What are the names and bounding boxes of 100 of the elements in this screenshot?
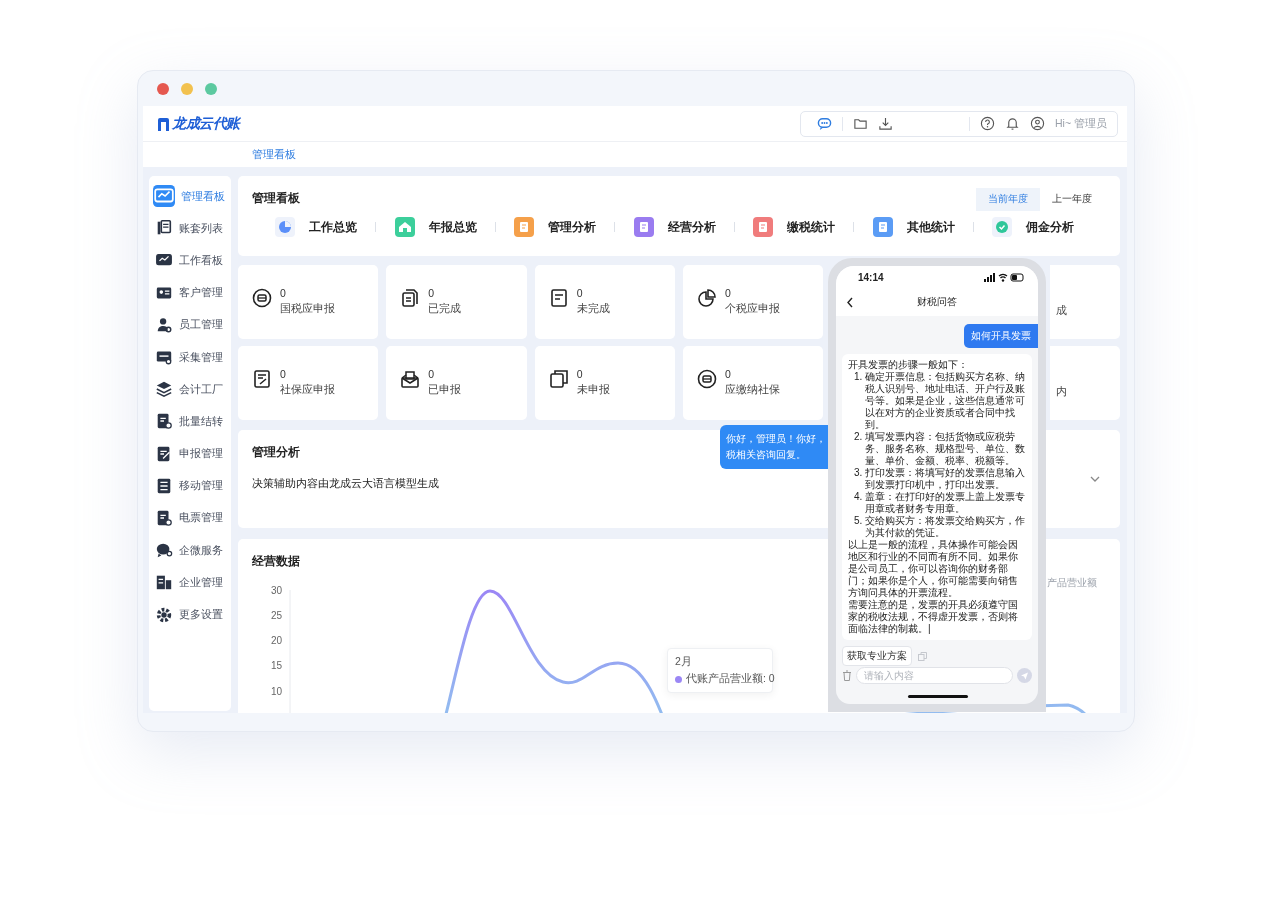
document-icon: [548, 288, 569, 308]
overview-tab[interactable]: 年报总览: [394, 217, 477, 237]
sidebar-item[interactable]: 更多设置: [149, 598, 231, 631]
stat-card[interactable]: 0 已完成: [386, 265, 527, 339]
message-input[interactable]: 请输入内容: [856, 667, 1013, 684]
sidebar-item[interactable]: 账套列表: [149, 212, 231, 245]
status-time: 14:14: [858, 271, 884, 283]
stat-card[interactable]: 内: [1049, 346, 1120, 420]
stat-value: 0: [725, 367, 732, 381]
document-icon: [753, 217, 773, 237]
folder-icon[interactable]: [853, 116, 868, 131]
envelope-icon: [400, 369, 421, 389]
list-icon: [155, 476, 173, 495]
window-control[interactable]: [157, 82, 169, 95]
house-icon: [394, 217, 415, 237]
sidebar-item[interactable]: 企业管理: [149, 566, 231, 599]
stat-label: 内: [1055, 384, 1067, 399]
sidebar-item[interactable]: 申报管理: [149, 437, 231, 470]
step-number: 1.: [854, 371, 863, 384]
chat-icon: [155, 541, 173, 560]
user-gear-icon: [155, 315, 173, 334]
trash-icon[interactable]: [842, 670, 852, 681]
screen-title: 财税问答: [917, 295, 957, 309]
period-tab[interactable]: 当前年度: [976, 188, 1040, 211]
stat-label: 社保应申报: [280, 382, 335, 397]
answer-text: 填写发票内容：包括货物或应税劳务、服务名称、规格型号、单位、数量、单价、金额、税率、税额等。: [865, 431, 1026, 467]
stat-value: 0: [280, 286, 287, 300]
stat-card[interactable]: 0 未完成: [534, 265, 675, 339]
back-icon[interactable]: [846, 297, 854, 308]
sidebar-item[interactable]: 管理看板: [149, 180, 231, 213]
answer-text: 盖章：在打印好的发票上盖上发票专用章或者财务专用章。: [865, 491, 1026, 515]
download-icon[interactable]: [878, 116, 893, 131]
stat-card[interactable]: 0 未申报: [534, 346, 675, 420]
stamp-icon: [697, 369, 717, 389]
stat-card[interactable]: 0 应缴纳社保: [683, 346, 824, 420]
overview-tab[interactable]: 其他统计: [872, 217, 955, 237]
pie-chart-icon: [697, 288, 717, 308]
card-title: 管理分析: [252, 444, 300, 461]
breadcrumb[interactable]: 管理看板: [252, 147, 296, 162]
card-title: 管理看板: [252, 190, 300, 207]
stat-label: 未申报: [576, 382, 610, 397]
user-icon[interactable]: [1030, 116, 1046, 131]
overview-tab[interactable]: 经营分析: [633, 217, 716, 237]
stat-value: 0: [280, 367, 287, 381]
y-axis-label: 30: [270, 584, 282, 596]
analysis-text: 决策辅助内容由龙成云大语言模型生成: [252, 477, 439, 491]
chevron-down-icon[interactable]: [1090, 474, 1100, 484]
question-bubble: 如何开具发票: [964, 324, 1038, 348]
period-tab[interactable]: 上一年度: [1040, 188, 1104, 211]
help-icon[interactable]: [980, 116, 996, 131]
sidebar-item[interactable]: 移动管理: [149, 469, 231, 502]
solution-button[interactable]: 获取专业方案: [842, 646, 912, 666]
stamp-icon: [252, 288, 272, 308]
stat-value: 0: [428, 286, 436, 300]
stat-card[interactable]: 0 个税应申报: [683, 265, 824, 339]
chart-icon: [153, 185, 175, 208]
home-indicator: [908, 695, 968, 698]
document-icon: [155, 508, 173, 527]
sidebar-item[interactable]: 工作看板: [149, 244, 231, 277]
stat-card[interactable]: 0 社保应申报: [238, 346, 379, 420]
stat-value: 0: [725, 286, 732, 300]
building-icon: [155, 573, 173, 592]
sidebar-item[interactable]: 企微服务: [149, 534, 231, 567]
bell-icon[interactable]: [1005, 116, 1021, 131]
chat-icon[interactable]: [817, 116, 832, 131]
answer-text: 打印发票：将填写好的发票信息输入到发票打印机中，打印出发票。: [865, 467, 1026, 491]
stat-card[interactable]: 成: [1049, 265, 1120, 339]
stat-label: 未完成: [576, 301, 610, 316]
y-axis-label: 15: [270, 660, 282, 672]
stat-card[interactable]: 0 已申报: [386, 346, 527, 420]
stat-card[interactable]: 0 国税应申报: [238, 265, 379, 339]
pie-chart-icon: [275, 217, 295, 237]
chat-text: 你好，管理员！你好，: [726, 432, 827, 446]
overview-tab[interactable]: 佣金分析: [992, 217, 1074, 237]
stat-label: 应缴纳社保: [725, 382, 780, 397]
document-icon: [633, 217, 654, 237]
answer-text: 以上是一般的流程，具体操作可能会因地区和行业的不同而有所不同。如果你是公司员工，你可以咨询你的财务部门；如果你是个人，你可能需要向销售方询问具体的开票流程。: [848, 539, 1019, 599]
sidebar-item[interactable]: 批量结转: [149, 405, 231, 438]
sidebar-item[interactable]: 员工管理: [149, 308, 231, 341]
overview-tab[interactable]: 缴税统计: [753, 217, 835, 237]
stat-value: 0: [576, 286, 584, 300]
sidebar-item[interactable]: 客户管理: [149, 276, 231, 309]
sidebar-item[interactable]: 电票管理: [149, 501, 231, 535]
step-number: 5.: [854, 515, 863, 528]
edit-icon: [155, 444, 173, 463]
stat-value: 0: [576, 367, 584, 381]
overview-tab[interactable]: 工作总览: [275, 217, 357, 237]
documents-icon: [400, 288, 421, 308]
settings-icon: [155, 605, 173, 624]
overview-tab[interactable]: 管理分析: [514, 217, 596, 237]
sidebar-item[interactable]: 采集管理: [149, 340, 231, 374]
answer-text: 确定开票信息：包括购买方名称、纳税人识别号、地址电话、开户行及账号等。如果是企业，这些信息通常可以在对方的企业资质或者合同中找到。: [865, 371, 1026, 431]
stat-label: 已完成: [428, 301, 462, 316]
tooltip-value: 代账产品营业额: 0: [686, 672, 775, 686]
sidebar-item[interactable]: 会计工厂: [149, 373, 231, 406]
answer-text: 交给购买方：将发票交给购买方，作为其付款的凭证。: [865, 515, 1026, 539]
y-axis-label: 10: [270, 685, 282, 697]
y-axis-label: 20: [270, 635, 282, 647]
stat-label: 成: [1055, 303, 1067, 318]
step-number: 2.: [854, 431, 863, 444]
